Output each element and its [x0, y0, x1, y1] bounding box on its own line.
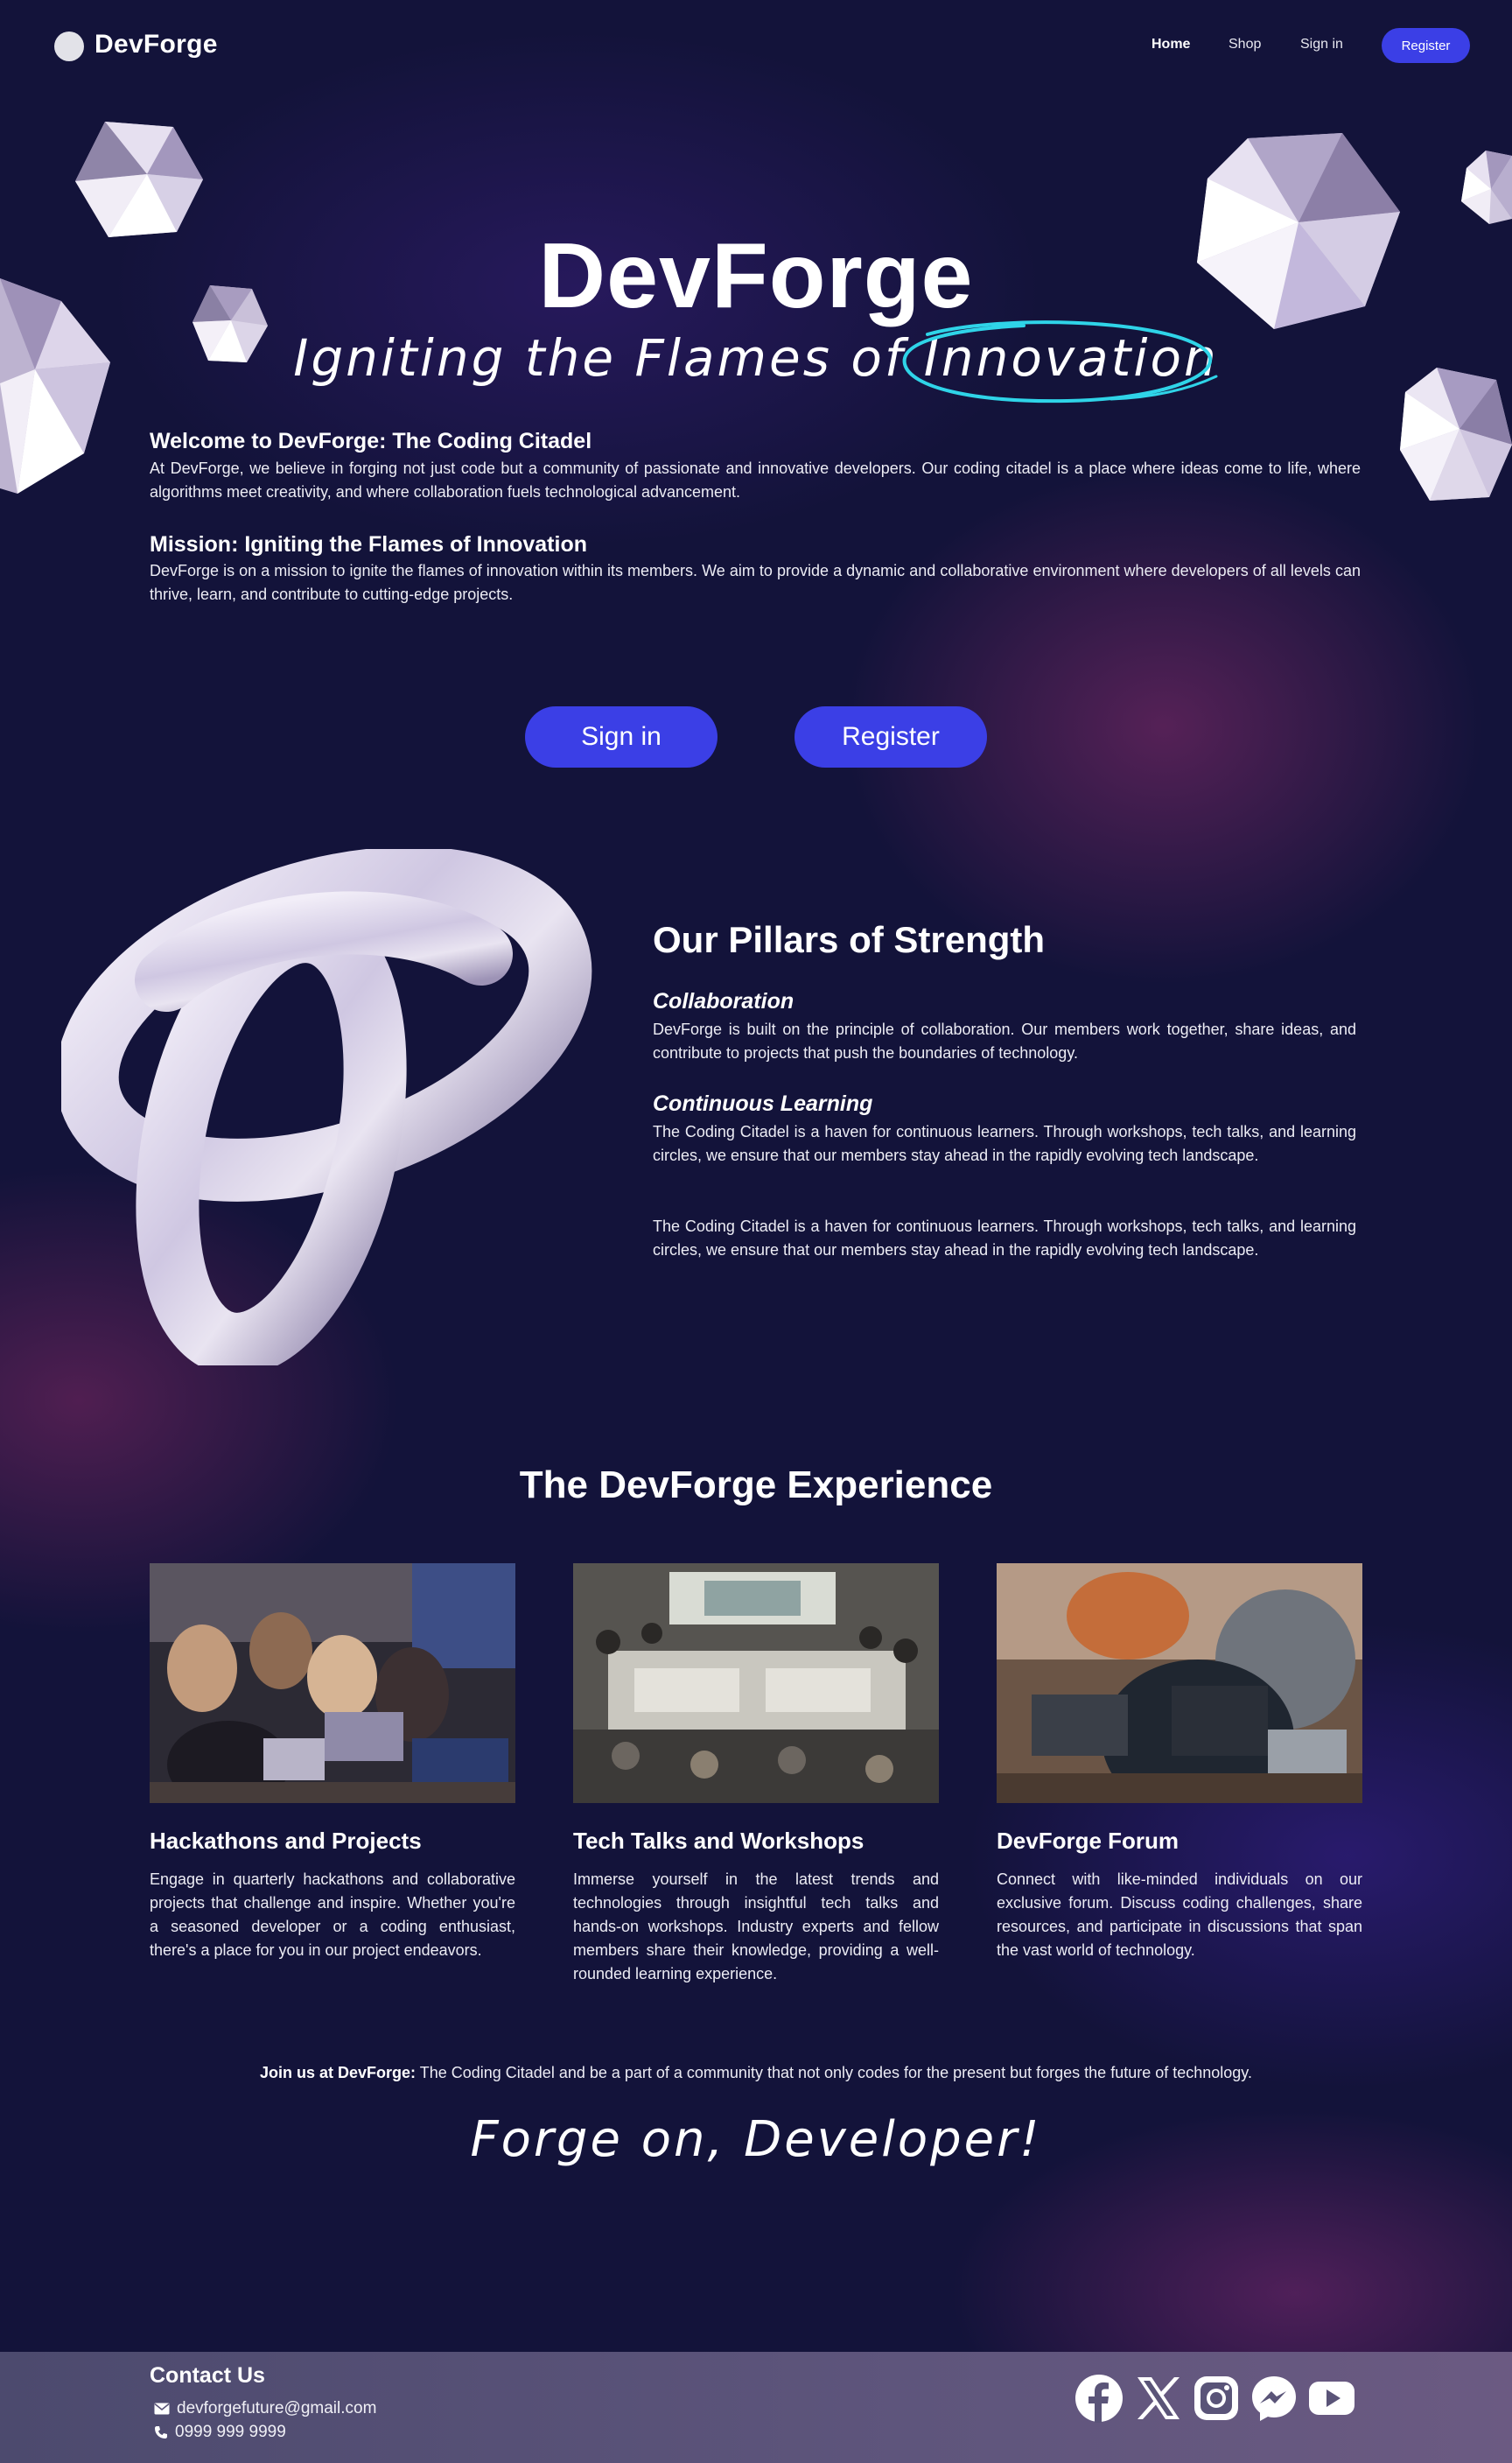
card-text-forum: Connect with like-minded individuals on …	[997, 1870, 1362, 1959]
contact-phone-text: 0999 999 9999	[175, 2423, 286, 2441]
highlight-scribble	[902, 320, 1218, 403]
hackathon-photo	[150, 1563, 515, 1803]
messenger-icon[interactable]	[1250, 2374, 1298, 2423]
nav-link-sign-in[interactable]: Sign in	[1300, 37, 1343, 53]
hero-subtitle: Igniting the Flames of Innovation	[293, 328, 1219, 388]
contact-phone[interactable]: 0999 999 9999	[154, 2423, 286, 2442]
mission-heading: Mission: Igniting the Flames of Innovati…	[150, 532, 587, 557]
mission-text: DevForge is on a mission to ignite the f…	[150, 562, 1361, 603]
tech-talk-photo	[573, 1563, 939, 1803]
join-statement: Join us at DevForge: The Coding Citadel …	[0, 2064, 1512, 2082]
mail-icon	[154, 2403, 170, 2415]
welcome-text: At DevForge, we believe in forging not j…	[150, 460, 1361, 501]
instagram-icon[interactable]	[1192, 2374, 1241, 2423]
closing-tagline: Forge on, Developer!	[470, 2111, 1042, 2168]
pillar-text-continuous-learning: The Coding Citadel is a haven for contin…	[653, 1123, 1356, 1164]
nav-link-home[interactable]: Home	[1152, 37, 1190, 53]
sign-in-button[interactable]: Sign in	[525, 706, 718, 768]
pillar-heading-continuous-learning: Continuous Learning	[653, 1091, 873, 1116]
pillar-text-continuous-learning-2: The Coding Citadel is a haven for contin…	[653, 1217, 1356, 1259]
youtube-icon[interactable]	[1307, 2374, 1356, 2423]
pillar-text-collaboration: DevForge is built on the principle of co…	[653, 1021, 1356, 1062]
register-button[interactable]: Register	[794, 706, 987, 768]
card-text-hackathons: Engage in quarterly hackathons and colla…	[150, 1870, 515, 1959]
experience-title: The DevForge Experience	[519, 1463, 993, 1506]
gem-shape-far-right	[1461, 151, 1512, 224]
phone-icon	[155, 2426, 167, 2438]
logo-icon[interactable]	[54, 32, 84, 61]
join-bold: Join us at DevForge:	[260, 2064, 416, 2081]
hero-title: DevForge	[538, 224, 974, 327]
contact-email[interactable]: devforgefuture@gmail.com	[154, 2399, 376, 2418]
contact-email-text: devforgefuture@gmail.com	[177, 2399, 377, 2417]
brand-logo[interactable]: DevForge	[94, 30, 218, 60]
forum-photo	[997, 1563, 1362, 1803]
facebook-icon[interactable]	[1074, 2374, 1124, 2423]
pillar-heading-collaboration: Collaboration	[653, 989, 794, 1014]
card-heading-forum: DevForge Forum	[997, 1828, 1180, 1854]
nav-link-shop[interactable]: Shop	[1228, 37, 1261, 53]
card-text-tech-talks: Immerse yourself in the latest trends an…	[573, 1870, 939, 1982]
join-text: The Coding Citadel and be a part of a co…	[416, 2064, 1252, 2081]
torus-knot-illustration	[61, 849, 592, 1365]
pillars-title: Our Pillars of Strength	[653, 919, 1046, 960]
nav-register-button[interactable]: Register	[1382, 28, 1470, 63]
gem-shape-top-left	[75, 122, 203, 237]
welcome-heading: Welcome to DevForge: The Coding Citadel	[150, 429, 592, 453]
contact-heading: Contact Us	[150, 2363, 265, 2388]
x-icon[interactable]	[1134, 2374, 1183, 2423]
card-heading-hackathons: Hackathons and Projects	[150, 1828, 422, 1854]
card-heading-tech-talks: Tech Talks and Workshops	[573, 1828, 864, 1854]
